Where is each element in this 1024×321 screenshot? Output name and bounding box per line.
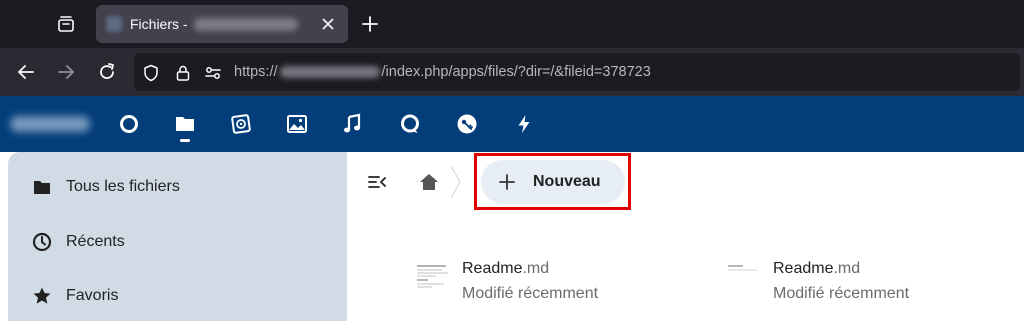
browser-tab-active[interactable]: Fichiers -: [96, 5, 348, 43]
reload-button[interactable]: [95, 60, 119, 84]
lock-icon: [176, 65, 190, 81]
star-icon: [32, 286, 52, 306]
file-extension: .md: [522, 260, 550, 277]
file-card[interactable]: Readme.md Modifié récemment: [727, 256, 1024, 316]
tab-overview-button[interactable]: [48, 8, 84, 40]
plus-icon: [362, 16, 378, 32]
sliders-icon: [205, 67, 221, 79]
plus-icon: [497, 172, 517, 192]
sidebar-item-recent[interactable]: Récents: [8, 220, 347, 264]
tracking-protection-button[interactable]: [142, 64, 160, 82]
breadcrumb-separator: [450, 165, 461, 199]
clock-icon: [32, 232, 52, 252]
tab-close-button[interactable]: [320, 16, 336, 32]
file-extension: .md: [833, 260, 861, 277]
toggle-sidebar-button[interactable]: [365, 170, 389, 194]
reload-icon: [100, 63, 114, 79]
new-button-label: Nouveau: [533, 173, 601, 190]
app-passwords[interactable]: [456, 113, 478, 135]
breadcrumb-home[interactable]: [417, 170, 441, 194]
file-preview-thumbnail: [416, 264, 450, 290]
folder-icon: [32, 177, 52, 197]
talk-icon: [401, 114, 419, 133]
app-gallery[interactable]: [286, 113, 308, 135]
url-text: https:// /index.php/apps/files/?dir=/&fil…: [234, 64, 651, 80]
active-app-indicator: [180, 139, 190, 142]
file-basename: Readme: [773, 260, 834, 277]
redacted-logo[interactable]: [10, 116, 90, 132]
shield-icon: [144, 64, 158, 82]
tab-title: Fichiers -: [130, 16, 188, 32]
app-talk[interactable]: [399, 113, 421, 135]
navigation-sidebar: Tous les fichiers Récents Favoris: [8, 152, 347, 321]
lightning-icon: [518, 115, 530, 133]
forward-button[interactable]: [54, 60, 78, 84]
app-music[interactable]: [342, 113, 364, 135]
address-bar[interactable]: https:// /index.php/apps/files/?dir=/&fil…: [134, 53, 1020, 91]
app-dashboard[interactable]: [118, 113, 140, 135]
file-basename: Readme: [462, 260, 523, 277]
file-modified: Modifié récemment: [462, 285, 599, 302]
browser-tab-strip: Fichiers -: [0, 0, 1024, 48]
new-tab-button[interactable]: [356, 10, 384, 38]
permissions-button[interactable]: [204, 64, 222, 82]
url-path: /index.php/apps/files/?dir=/&fileid=3787…: [381, 64, 651, 80]
file-preview-thumbnail: [727, 264, 761, 290]
close-icon: [322, 18, 334, 30]
menu-collapse-icon: [368, 176, 386, 188]
redacted-host: [279, 66, 380, 79]
file-modified: Modifié récemment: [773, 285, 910, 302]
arrow-left-icon: [18, 65, 34, 79]
file-name: Readme.md: [462, 260, 549, 278]
tab-overview-icon: [58, 16, 74, 32]
file-name: Readme.md: [773, 260, 860, 278]
home-icon: [420, 174, 438, 190]
folder-icon: [176, 117, 194, 131]
app-activity[interactable]: [513, 113, 535, 135]
circle-icon: [120, 115, 138, 133]
favicon-icon: [106, 16, 122, 32]
sidebar-item-favorites[interactable]: Favoris: [8, 274, 347, 318]
music-note-icon: [344, 113, 361, 133]
app-photos[interactable]: [230, 113, 252, 135]
sidebar-item-all-files[interactable]: Tous les fichiers: [8, 165, 347, 209]
app-files[interactable]: [174, 113, 196, 135]
files-main-content: Nouveau Readme.md Modifié récemment Read…: [347, 152, 1024, 321]
browser-navigation-bar: https:// /index.php/apps/files/?dir=/&fil…: [0, 48, 1024, 96]
sidebar-item-label: Tous les fichiers: [66, 178, 180, 195]
url-scheme: https://: [234, 64, 278, 80]
app-header: [0, 96, 1024, 152]
arrow-right-icon: [58, 65, 74, 79]
photos-icon: [231, 114, 251, 134]
site-security-button[interactable]: [174, 64, 192, 82]
redacted-site-name: [193, 17, 298, 31]
key-icon: [457, 114, 477, 134]
image-icon: [287, 115, 307, 133]
sidebar-item-label: Favoris: [66, 287, 119, 304]
back-button[interactable]: [14, 60, 38, 84]
sidebar-item-label: Récents: [66, 233, 125, 250]
new-button[interactable]: Nouveau: [481, 160, 625, 204]
file-card[interactable]: Readme.md Modifié récemment: [416, 256, 716, 316]
